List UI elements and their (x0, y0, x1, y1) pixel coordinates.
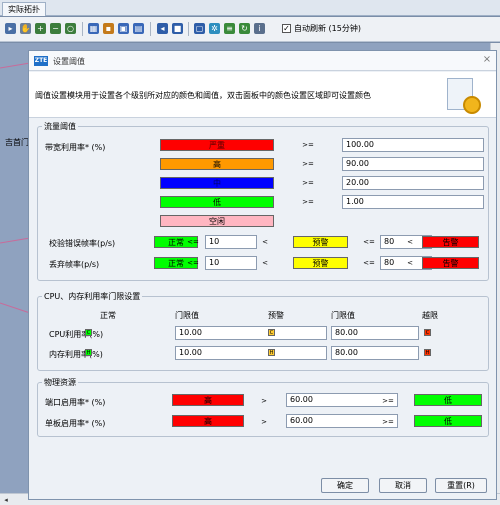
op-label: < (262, 259, 268, 267)
refresh-icon[interactable]: ↻ (239, 23, 250, 34)
board-usage-label: 单板启用率* (%) (45, 419, 106, 428)
header-warn: 预警 (268, 311, 284, 320)
cpu-legend: CPU、内存利用率门限设置 (44, 292, 141, 301)
tab-topology[interactable]: 实际拓扑 (2, 2, 46, 16)
clock-icon (463, 96, 481, 114)
op-label: > (261, 397, 267, 405)
memory-warn-badge[interactable]: H (268, 349, 275, 356)
crc-warn-color[interactable]: 预警 (293, 236, 348, 248)
info-icon[interactable]: i (254, 23, 265, 34)
memory-label: 内存利用率(%) (49, 350, 103, 359)
toolbar-divider (82, 22, 83, 36)
auto-refresh-checkbox[interactable]: ✓ (282, 24, 291, 33)
layout-icon[interactable]: ▣ (118, 23, 129, 34)
header-threshold: 门限值 (331, 311, 355, 320)
level-medium-color[interactable]: 中 (160, 177, 274, 189)
op-label: < (262, 238, 268, 246)
level-high-color[interactable]: 高 (160, 158, 274, 170)
op-label: <= (187, 259, 199, 267)
toolbar-divider (150, 22, 151, 36)
lock-icon[interactable]: ▪ (103, 23, 114, 34)
memory-normal-input[interactable]: 10.00 (175, 346, 327, 360)
level-idle-color[interactable]: 空闲 (160, 215, 274, 227)
settings-gear-icon[interactable]: ✲ (209, 23, 220, 34)
op-label: >= (302, 179, 314, 187)
auto-refresh-label: 自动刷新 (15分钟) (294, 24, 361, 33)
node-label[interactable]: 吉首门 (5, 137, 29, 148)
op-label: <= (187, 238, 199, 246)
op-label: >= (382, 418, 394, 426)
cpu-warn-input[interactable]: 80.00 (331, 326, 419, 340)
drop-frame-label: 丢弃帧率(p/s) (49, 260, 100, 269)
app-tab-bar: 实际拓扑 (0, 0, 500, 16)
board-high-color[interactable]: 高 (172, 415, 244, 427)
header-over: 越限 (422, 311, 438, 320)
memory-over-badge[interactable]: H (424, 349, 431, 356)
dialog-header: 阈值设置模块用于设置各个级别所对应的颜色和阈值，双击面板中的颜色设置区域即可设置… (29, 72, 496, 118)
crc-normal-input[interactable]: 10 (205, 235, 257, 249)
op-label: <= (363, 259, 375, 267)
toolbar: ▸ ✋ + − ○ ▦ ▪ ▣ ▤ ◂ ■ ▢ ✲ ≡ ↻ i ✓ 自动刷新 (… (0, 17, 500, 42)
op-label: <= (363, 238, 375, 246)
op-label: < (407, 238, 413, 246)
op-label: >= (302, 160, 314, 168)
op-label: >= (382, 397, 394, 405)
filter-icon[interactable]: ≡ (224, 23, 235, 34)
ok-button[interactable]: 确定 (321, 478, 369, 493)
low-threshold-input[interactable]: 1.00 (342, 195, 484, 209)
bandwidth-label: 带宽利用率* (%) (45, 143, 106, 152)
export-icon[interactable]: ▤ (133, 23, 144, 34)
close-icon[interactable]: × (482, 55, 492, 65)
critical-threshold-input[interactable]: 100.00 (342, 138, 484, 152)
grid-icon[interactable]: ▦ (88, 23, 99, 34)
port-low-color[interactable]: 低 (414, 394, 482, 406)
zte-logo-icon: ZTE (34, 56, 48, 66)
flow-legend: 流量阈值 (44, 122, 76, 131)
pan-icon[interactable]: ✋ (20, 23, 31, 34)
phys-legend: 物理资源 (44, 378, 76, 387)
port-high-color[interactable]: 高 (172, 394, 244, 406)
drop-normal-input[interactable]: 10 (205, 256, 257, 270)
scroll-left-icon[interactable]: ◂ (2, 496, 10, 504)
drop-warn-color[interactable]: 预警 (293, 257, 348, 269)
zoom-in-icon[interactable]: + (35, 23, 46, 34)
zoom-out-icon[interactable]: − (50, 23, 61, 34)
window-icon[interactable]: ▢ (194, 23, 205, 34)
cpu-normal-badge[interactable]: C (85, 329, 92, 336)
cancel-button[interactable]: 取消 (379, 478, 427, 493)
toolbar-divider (188, 22, 189, 36)
dialog-titlebar: ZTE 设置阈值 × (29, 51, 496, 71)
threshold-dialog: ZTE 设置阈值 × 阈值设置模块用于设置各个级别所对应的颜色和阈值，双击面板中… (28, 50, 497, 500)
memory-warn-input[interactable]: 80.00 (331, 346, 419, 360)
cpu-over-badge[interactable]: C (424, 329, 431, 336)
select-icon[interactable]: ▸ (5, 23, 16, 34)
cpu-normal-input[interactable]: 10.00 (175, 326, 327, 340)
level-critical-color[interactable]: 严重 (160, 139, 274, 151)
header-threshold: 门限值 (175, 311, 199, 320)
level-low-color[interactable]: 低 (160, 196, 274, 208)
save-icon[interactable]: ■ (172, 23, 183, 34)
header-normal: 正常 (100, 311, 116, 320)
dialog-title: 设置阈值 (53, 57, 85, 66)
port-usage-label: 端口启用率* (%) (45, 398, 106, 407)
crc-error-label: 校验错误帧率(p/s) (49, 239, 116, 248)
cpu-label: CPU利用率(%) (49, 330, 104, 339)
dialog-description: 阈值设置模块用于设置各个级别所对应的颜色和阈值，双击面板中的颜色设置区域即可设置… (35, 91, 371, 100)
high-threshold-input[interactable]: 90.00 (342, 157, 484, 171)
back-icon[interactable]: ◂ (157, 23, 168, 34)
board-low-color[interactable]: 低 (414, 415, 482, 427)
medium-threshold-input[interactable]: 20.00 (342, 176, 484, 190)
op-label: >= (302, 141, 314, 149)
zoom-fit-icon[interactable]: ○ (65, 23, 76, 34)
memory-normal-badge[interactable]: H (85, 349, 92, 356)
cpu-warn-badge[interactable]: C (268, 329, 275, 336)
reset-button[interactable]: 重置(R) (435, 478, 487, 493)
crc-crit-color[interactable]: 告警 (422, 236, 479, 248)
op-label: > (261, 418, 267, 426)
op-label: >= (302, 198, 314, 206)
drop-crit-color[interactable]: 告警 (422, 257, 479, 269)
op-label: < (407, 259, 413, 267)
